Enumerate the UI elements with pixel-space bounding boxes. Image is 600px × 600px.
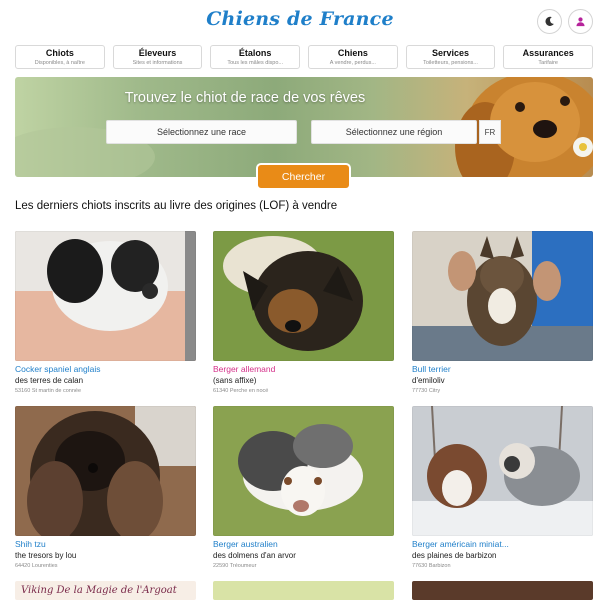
puppy-photo[interactable] xyxy=(213,231,394,361)
puppy-card[interactable]: Berger australien des dolmens d'an arvor… xyxy=(213,406,394,571)
puppy-photo[interactable]: Viking De la Magie de l'Argoat xyxy=(15,581,196,600)
country-select[interactable]: FR xyxy=(479,120,501,144)
nav-label: Chiens xyxy=(337,48,368,58)
puppy-location: 61340 Perche en nocé xyxy=(213,388,269,394)
search-button[interactable]: Chercher xyxy=(256,163,351,190)
puppy-photo[interactable] xyxy=(412,406,593,536)
puppy-card[interactable] xyxy=(213,581,394,600)
nav-sublabel: Toiletteurs, pensions... xyxy=(423,60,478,66)
puppy-location: 77630 Barbizon xyxy=(412,563,451,569)
user-account-button[interactable] xyxy=(568,9,593,34)
puppy-photo[interactable] xyxy=(412,231,593,361)
puppy-affix: des terres de calan xyxy=(15,376,84,385)
puppy-photo[interactable] xyxy=(15,406,196,536)
puppy-card[interactable]: Cocker spaniel anglais des terres de cal… xyxy=(15,231,196,396)
puppy-breed[interactable]: Berger australien xyxy=(213,539,394,550)
puppy-photo[interactable] xyxy=(15,231,196,361)
site-logo[interactable]: Chiens de France xyxy=(0,8,600,30)
puppy-affix: d'emiloliv xyxy=(412,376,445,385)
puppy-card[interactable] xyxy=(412,581,593,600)
puppy-location: 22590 Tréoumeur xyxy=(213,563,257,569)
listing-title: Les derniers chiots inscrits au livre de… xyxy=(15,200,338,212)
puppy-affix: (sans affixe) xyxy=(213,376,257,385)
puppy-breed[interactable]: Berger américain miniat... xyxy=(412,539,593,550)
puppy-breed[interactable]: Bull terrier xyxy=(412,364,593,375)
nav-item-services[interactable]: Services Toiletteurs, pensions... xyxy=(405,45,496,69)
nav-item-eleveurs[interactable]: Éleveurs Sites et informations xyxy=(112,45,203,69)
nav-sublabel: Tarifaire xyxy=(538,60,558,66)
moon-icon xyxy=(545,16,554,26)
nav-label: Assurances xyxy=(522,48,574,58)
hero-banner: Trouvez le chiot de race de vos rêves Sé… xyxy=(15,77,593,177)
puppy-card[interactable]: Shih tzu the tresors by lou 64420 Louren… xyxy=(15,406,196,571)
race-select[interactable]: Sélectionnez une race xyxy=(106,120,297,144)
puppy-card[interactable]: Berger américain miniat... des plaines d… xyxy=(412,406,593,571)
nav-label: Éleveurs xyxy=(138,48,177,58)
nav-sublabel: Sites et informations xyxy=(132,60,183,66)
puppy-affix: des plaines de barbizon xyxy=(412,551,497,560)
puppy-affix: the tresors by lou xyxy=(15,551,77,560)
puppy-breed[interactable]: Berger allemand xyxy=(213,364,394,375)
nav-label: Services xyxy=(432,48,470,58)
puppy-breed[interactable]: Shih tzu xyxy=(15,539,196,550)
user-icon xyxy=(576,17,585,27)
main-nav: Chiots Disponibles, à naître Éleveurs Si… xyxy=(15,45,594,69)
nav-sublabel: Tous les mâles dispo... xyxy=(227,60,283,66)
puppy-card[interactable]: Berger allemand (sans affixe) 61340 Perc… xyxy=(213,231,394,396)
puppy-card[interactable]: Bull terrier d'emiloliv 77730 Citry xyxy=(412,231,593,396)
puppy-location: 53160 St martin de connée xyxy=(15,388,82,394)
theme-toggle-button[interactable] xyxy=(537,9,562,34)
puppy-photo[interactable] xyxy=(412,581,593,600)
nav-item-etalons[interactable]: Étalons Tous les mâles dispo... xyxy=(210,45,301,69)
puppy-location: 77730 Citry xyxy=(412,388,441,394)
region-select[interactable]: Sélectionnez une région xyxy=(311,120,477,144)
kennel-banner-text: Viking De la Magie de l'Argoat xyxy=(21,585,177,596)
nav-item-chiots[interactable]: Chiots Disponibles, à naître xyxy=(15,45,105,69)
nav-label: Étalons xyxy=(238,48,272,58)
nav-item-assurances[interactable]: Assurances Tarifaire xyxy=(503,45,594,69)
hero-title: Trouvez le chiot de race de vos rêves xyxy=(124,90,366,106)
nav-sublabel: A vendre, perdus... xyxy=(329,60,376,66)
puppy-affix: des dolmens d'an arvor xyxy=(213,551,296,560)
puppy-photo[interactable] xyxy=(213,406,394,536)
nav-sublabel: Disponibles, à naître xyxy=(34,60,85,66)
puppy-breed[interactable]: Cocker spaniel anglais xyxy=(15,364,196,375)
puppy-photo[interactable] xyxy=(213,581,394,600)
puppy-location: 64420 Lourenties xyxy=(15,563,58,569)
site-header: Chiens de France xyxy=(0,0,600,44)
nav-label: Chiots xyxy=(45,48,74,58)
puppy-card[interactable]: Viking De la Magie de l'Argoat xyxy=(15,581,196,600)
nav-item-chiens[interactable]: Chiens A vendre, perdus... xyxy=(308,45,398,69)
